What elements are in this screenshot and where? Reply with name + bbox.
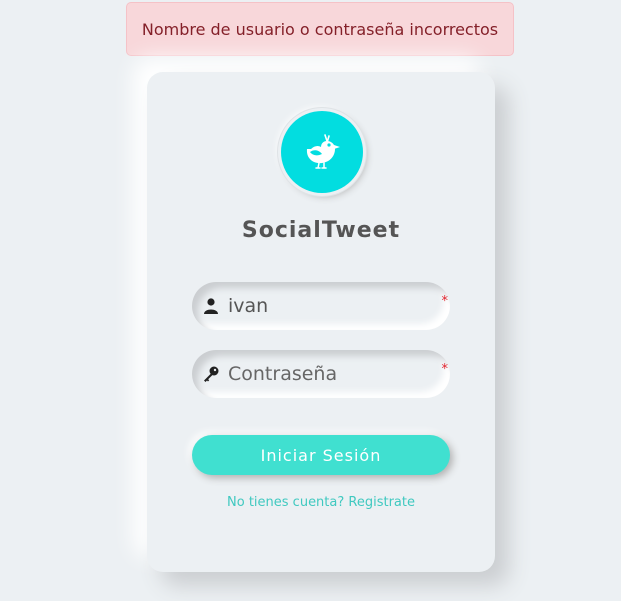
username-field[interactable]: * bbox=[192, 282, 450, 330]
required-mark: * bbox=[441, 294, 449, 309]
user-icon bbox=[202, 297, 220, 315]
app-title: SocialTweet bbox=[241, 218, 401, 243]
required-mark: * bbox=[441, 362, 449, 377]
error-alert: Nombre de usuario o contraseña incorrect… bbox=[126, 2, 514, 56]
bird-icon bbox=[306, 134, 340, 169]
register-link[interactable]: No tienes cuenta? Registrate bbox=[147, 495, 495, 510]
error-message: Nombre de usuario o contraseña incorrect… bbox=[141, 19, 499, 39]
password-input[interactable] bbox=[228, 363, 418, 385]
password-field[interactable]: * bbox=[192, 350, 450, 398]
key-icon bbox=[202, 365, 220, 383]
username-input[interactable] bbox=[228, 295, 418, 317]
login-card: SocialTweet * * Iniciar Sesión No tienes… bbox=[147, 72, 495, 572]
logo bbox=[281, 111, 363, 193]
login-button[interactable]: Iniciar Sesión bbox=[192, 435, 450, 475]
